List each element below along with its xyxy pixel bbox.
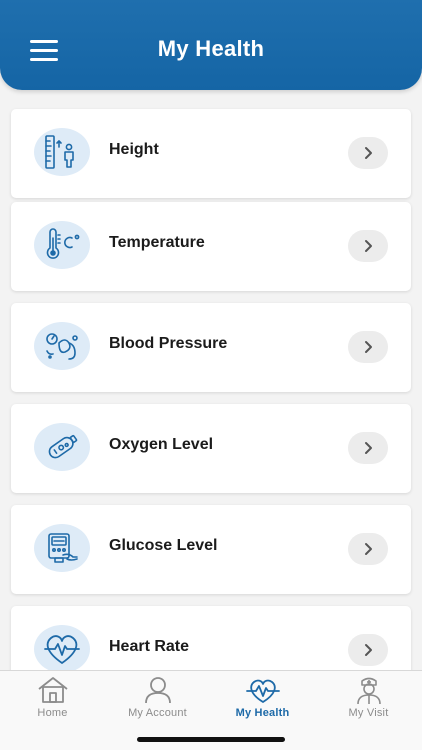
chevron-right-icon[interactable] [348,230,388,262]
list-item-label: Temperature [109,234,205,251]
thermometer-icon [34,221,90,269]
list-item-label: Height [109,141,159,158]
chevron-right-icon[interactable] [348,331,388,363]
tab-my-account[interactable]: My Account [105,675,210,725]
height-icon [34,128,90,176]
tab-label: My Health [235,707,290,719]
tab-home[interactable]: Home [0,675,105,725]
tab-label: My Visit [348,707,389,719]
chevron-right-icon[interactable] [348,533,388,565]
oxygen-icon [34,423,90,471]
tab-label: My Account [128,707,187,719]
blood-pressure-icon [34,322,90,370]
tab-label: Home [37,707,68,719]
page-title: My Health [157,36,265,61]
list-item-temperature[interactable]: Temperature [11,202,411,291]
tab-my-visit[interactable]: My Visit [316,675,421,725]
chevron-right-icon[interactable] [348,137,388,169]
tab-my-health[interactable]: My Health [210,675,315,725]
glucose-meter-icon [34,524,90,572]
home-icon [37,677,68,703]
list-item-glucose-level[interactable]: Glucose Level [11,505,411,594]
home-indicator [137,737,285,742]
app-header: My Health [0,0,422,90]
heart-rate-icon [34,625,90,670]
account-icon [144,677,171,704]
chevron-right-icon[interactable] [348,634,388,666]
list-item-label: Heart Rate [109,638,190,655]
list-item-heart-rate[interactable]: Heart Rate [11,606,411,670]
list-item-blood-pressure[interactable]: Blood Pressure [11,303,411,392]
list-item-label: Blood Pressure [109,335,228,352]
heart-pulse-icon [245,679,280,703]
list-item-oxygen-level[interactable]: Oxygen Level [11,404,411,493]
list-item-height[interactable]: Height [11,109,411,198]
list-item-label: Oxygen Level [109,436,214,453]
list-item-label: Glucose Level [109,537,218,554]
chevron-right-icon[interactable] [348,432,388,464]
health-metrics-list[interactable]: Height Temperature Blood Pressure Oxygen… [0,103,422,670]
nurse-icon [356,677,381,705]
